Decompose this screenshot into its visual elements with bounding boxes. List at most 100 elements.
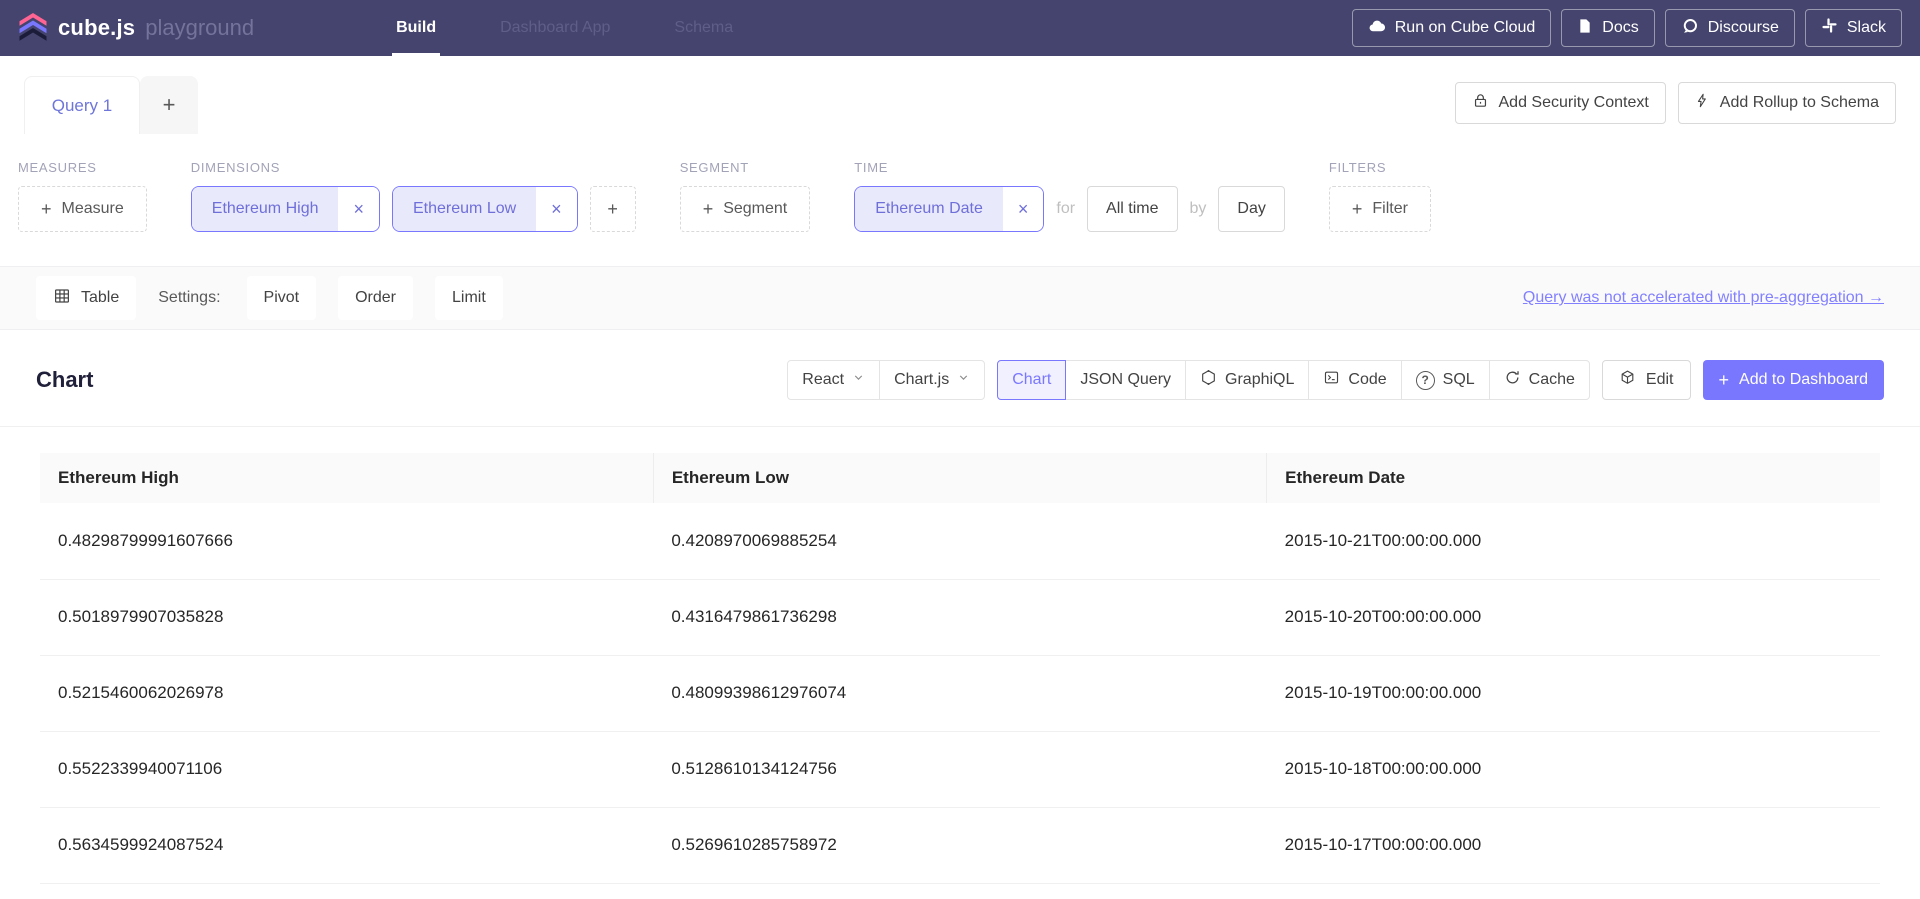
column-header-ethereum-high[interactable]: Ethereum High bbox=[40, 453, 653, 503]
cell-ethereum-high: 0.5522339940071106 bbox=[40, 731, 653, 807]
table-grid-icon bbox=[53, 287, 71, 310]
add-measure-label: Measure bbox=[62, 200, 124, 218]
time-label: TIME bbox=[854, 160, 1285, 175]
date-range-select[interactable]: All time bbox=[1087, 186, 1177, 232]
plus-icon: + bbox=[1352, 199, 1363, 220]
add-measure-button[interactable]: + Measure bbox=[18, 186, 147, 232]
run-on-cube-cloud-label: Run on Cube Cloud bbox=[1395, 19, 1536, 37]
table-row: 0.5522339940071106 0.5128610134124756 20… bbox=[40, 731, 1880, 807]
filters-group: FILTERS + Filter bbox=[1329, 160, 1431, 232]
chart-title: Chart bbox=[36, 367, 93, 393]
discourse-icon bbox=[1681, 17, 1699, 40]
add-filter-button[interactable]: + Filter bbox=[1329, 186, 1431, 232]
time-chip-ethereum-date[interactable]: Ethereum Date × bbox=[854, 186, 1044, 232]
add-rollup-to-schema-label: Add Rollup to Schema bbox=[1720, 94, 1879, 112]
dimension-chip-ethereum-high[interactable]: Ethereum High × bbox=[191, 186, 380, 232]
graphql-icon bbox=[1200, 369, 1217, 391]
cell-ethereum-high: 0.5215460062026978 bbox=[40, 655, 653, 731]
graphiql-label: GraphiQL bbox=[1225, 371, 1294, 389]
navbar-actions: Run on Cube Cloud Docs Discourse Slack bbox=[1352, 9, 1902, 47]
query-tabs-row: Query 1 + Add Security Context Add Rollu… bbox=[0, 56, 1920, 134]
refresh-icon bbox=[1504, 369, 1521, 391]
view-tab-chart[interactable]: Chart bbox=[997, 360, 1066, 400]
add-to-dashboard-button[interactable]: + Add to Dashboard bbox=[1703, 360, 1885, 400]
plus-icon: + bbox=[703, 199, 714, 220]
sql-label: SQL bbox=[1443, 371, 1475, 389]
nav-tab-build[interactable]: Build bbox=[392, 0, 440, 56]
framework-select[interactable]: React bbox=[787, 360, 880, 400]
nav-tab-dashboard-app[interactable]: Dashboard App bbox=[496, 0, 614, 56]
table-row: 0.5215460062026978 0.48099398612976074 2… bbox=[40, 655, 1880, 731]
plus-icon: + bbox=[1719, 370, 1730, 391]
slack-label: Slack bbox=[1847, 19, 1886, 37]
query-tab-1[interactable]: Query 1 bbox=[24, 76, 140, 134]
view-tab-code[interactable]: Code bbox=[1308, 360, 1401, 400]
cell-ethereum-low: 0.4208970069885254 bbox=[653, 503, 1266, 579]
main-nav: Build Dashboard App Schema bbox=[364, 0, 765, 56]
table-view-button[interactable]: Table bbox=[36, 276, 136, 320]
view-tab-json-query[interactable]: JSON Query bbox=[1065, 360, 1186, 400]
remove-chip-icon[interactable]: × bbox=[536, 187, 577, 231]
cell-ethereum-date: 2015-10-21T00:00:00.000 bbox=[1267, 503, 1880, 579]
cell-ethereum-high: 0.5634599924087524 bbox=[40, 807, 653, 883]
cell-ethereum-low: 0.4316479861736298 bbox=[653, 579, 1266, 655]
edit-button[interactable]: Edit bbox=[1602, 360, 1691, 400]
cubejs-logo[interactable]: cube.js playground bbox=[18, 11, 254, 45]
order-button[interactable]: Order bbox=[338, 276, 413, 320]
cell-ethereum-high: 0.48298799991607666 bbox=[40, 503, 653, 579]
cell-ethereum-date: 2015-10-17T00:00:00.000 bbox=[1267, 807, 1880, 883]
for-label: for bbox=[1056, 200, 1075, 218]
column-header-ethereum-low[interactable]: Ethereum Low bbox=[653, 453, 1266, 503]
docs-label: Docs bbox=[1602, 19, 1638, 37]
cube-logo-icon bbox=[18, 11, 48, 45]
chart-toolbar: React Chart.js Chart JSON Query GraphiQL… bbox=[787, 360, 1884, 400]
add-segment-button[interactable]: + Segment bbox=[680, 186, 811, 232]
table-view-label: Table bbox=[81, 289, 119, 307]
nav-tab-schema[interactable]: Schema bbox=[670, 0, 737, 56]
view-tab-graphiql[interactable]: GraphiQL bbox=[1185, 360, 1309, 400]
column-header-ethereum-date[interactable]: Ethereum Date bbox=[1267, 453, 1880, 503]
query-tab-actions: Add Security Context Add Rollup to Schem… bbox=[1455, 82, 1897, 124]
cell-ethereum-low: 0.48099398612976074 bbox=[653, 655, 1266, 731]
framework-library-group: React Chart.js bbox=[787, 360, 985, 400]
pre-aggregation-link[interactable]: Query was not accelerated with pre-aggre… bbox=[1523, 289, 1884, 307]
granularity-select[interactable]: Day bbox=[1218, 186, 1284, 232]
view-tab-sql[interactable]: ? SQL bbox=[1401, 360, 1490, 400]
add-query-tab-button[interactable]: + bbox=[140, 76, 198, 134]
discourse-button[interactable]: Discourse bbox=[1665, 9, 1795, 47]
results-table-container: Ethereum High Ethereum Low Ethereum Date… bbox=[0, 427, 1920, 884]
measures-group: MEASURES + Measure bbox=[18, 160, 147, 232]
add-rollup-to-schema-button[interactable]: Add Rollup to Schema bbox=[1678, 82, 1896, 124]
add-security-context-button[interactable]: Add Security Context bbox=[1455, 82, 1666, 124]
slack-button[interactable]: Slack bbox=[1805, 9, 1902, 47]
view-tab-cache[interactable]: Cache bbox=[1489, 360, 1590, 400]
table-header-row: Ethereum High Ethereum Low Ethereum Date bbox=[40, 453, 1880, 503]
run-on-cube-cloud-button[interactable]: Run on Cube Cloud bbox=[1352, 9, 1552, 47]
app-root: cube.js playground Build Dashboard App S… bbox=[0, 0, 1920, 884]
settings-bar: Table Settings: Pivot Order Limit Query … bbox=[0, 266, 1920, 330]
view-tabs-group: Chart JSON Query GraphiQL Code ? SQL Cac… bbox=[997, 360, 1590, 400]
docs-button[interactable]: Docs bbox=[1561, 9, 1654, 47]
table-row: 0.48298799991607666 0.4208970069885254 2… bbox=[40, 503, 1880, 579]
library-select[interactable]: Chart.js bbox=[879, 360, 985, 400]
plus-icon: + bbox=[41, 199, 52, 220]
add-dimension-button[interactable]: + bbox=[590, 186, 636, 232]
question-icon: ? bbox=[1416, 371, 1435, 390]
chart-header: Chart React Chart.js Chart JSON Query Gr… bbox=[0, 330, 1920, 427]
pivot-button[interactable]: Pivot bbox=[247, 276, 317, 320]
filters-label: FILTERS bbox=[1329, 160, 1431, 175]
code-icon bbox=[1323, 369, 1340, 391]
time-group: TIME Ethereum Date × for All time by Day bbox=[854, 160, 1285, 232]
dimension-chip-ethereum-low[interactable]: Ethereum Low × bbox=[392, 186, 578, 232]
segment-label: SEGMENT bbox=[680, 160, 811, 175]
chip-label: Ethereum Low bbox=[393, 187, 536, 231]
cube-icon bbox=[1619, 369, 1636, 391]
cell-ethereum-date: 2015-10-19T00:00:00.000 bbox=[1267, 655, 1880, 731]
remove-chip-icon[interactable]: × bbox=[338, 187, 379, 231]
top-navbar: cube.js playground Build Dashboard App S… bbox=[0, 0, 1920, 56]
edit-label: Edit bbox=[1646, 371, 1674, 389]
settings-buttons: Pivot Order Limit bbox=[247, 276, 503, 320]
limit-button[interactable]: Limit bbox=[435, 276, 503, 320]
lightning-icon bbox=[1695, 92, 1710, 114]
remove-chip-icon[interactable]: × bbox=[1003, 187, 1044, 231]
